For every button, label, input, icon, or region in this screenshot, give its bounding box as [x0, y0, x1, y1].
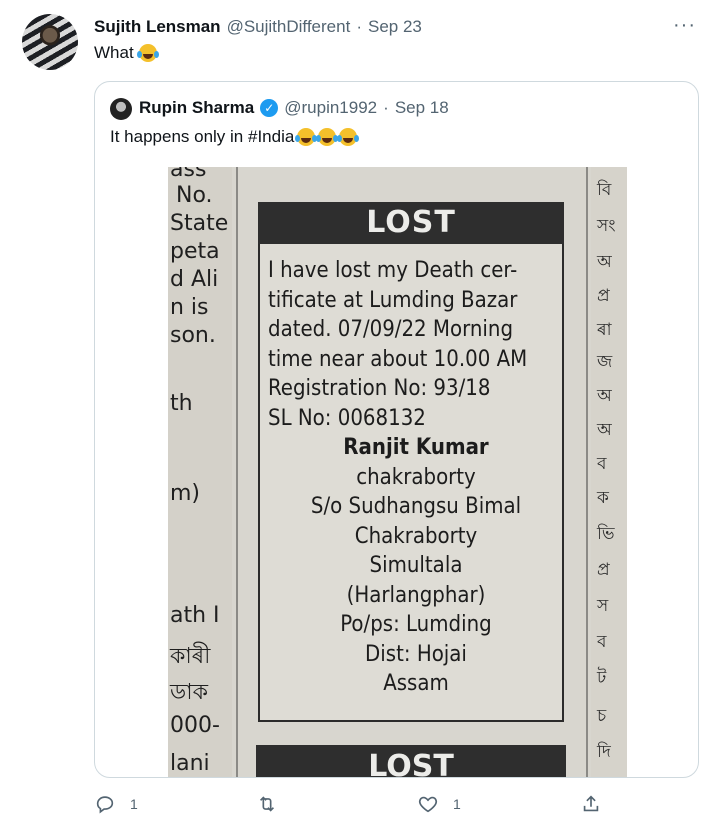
ad-name-line: Simultala — [369, 553, 463, 578]
ad-line: tificate at Lumding Bazar — [268, 287, 518, 313]
right-column-text: অ — [597, 386, 612, 406]
ad-name-line: Po/ps: Lumding — [340, 612, 492, 637]
column-rule — [586, 167, 588, 777]
newspaper-clipping-image[interactable]: ass No. State peta d Ali n is son. th m)… — [168, 167, 627, 777]
ad-name-line: chakraborty — [356, 464, 476, 490]
laughing-crying-emoji-icon — [337, 128, 358, 146]
share-icon — [583, 795, 599, 812]
ad-line: I have lost my Death cer- — [268, 258, 518, 283]
quoted-tweet-header: Rupin Sharma ✓ @rupin1992 · Sep 18 — [139, 98, 449, 118]
ad-name-line: S/o Sudhangsu Bimal — [310, 494, 522, 519]
laughing-crying-emoji-icon — [136, 44, 157, 62]
right-column-text: ক — [597, 488, 609, 508]
left-column-text: m) — [170, 481, 201, 506]
ad-line: time near about 10.00 AM — [268, 346, 528, 372]
right-column-text: ব — [597, 632, 607, 652]
right-column-text: অ — [597, 420, 612, 440]
column-rule — [236, 167, 238, 777]
left-column-text: th — [170, 391, 193, 416]
tweet-text: What — [94, 43, 157, 63]
retweet-button[interactable] — [256, 793, 292, 815]
right-column-text: ৰা — [597, 320, 612, 340]
quoted-tweet-text-content: It happens only in #India — [110, 127, 295, 146]
quoted-author-handle[interactable]: @rupin1992 — [284, 98, 377, 118]
author-name[interactable]: Sujith Lensman — [94, 17, 221, 37]
left-column-text: lani — [170, 751, 210, 776]
quoted-tweet-date[interactable]: Sep 18 — [395, 98, 449, 118]
share-button[interactable] — [580, 793, 602, 815]
ad-title: LOST — [258, 202, 564, 244]
ad-body: I have lost my Death cer- tificate at Lu… — [268, 256, 560, 699]
ad-name-line: Assam — [383, 671, 449, 696]
right-column-text: দি — [597, 742, 611, 762]
left-column-text: ass — [170, 167, 207, 182]
lost-advertisement: LOST I have lost my Death cer- tificate … — [258, 202, 564, 722]
more-options-icon[interactable]: ··· — [673, 14, 696, 37]
ad-name-line: Ranjit Kumar — [343, 435, 489, 460]
right-column-text: জ — [597, 352, 613, 372]
left-column-text: State — [170, 211, 229, 236]
tweet[interactable]: Sujith Lensman @SujithDifferent · Sep 23… — [0, 0, 720, 820]
left-column-text: ডাক — [170, 680, 208, 705]
laughing-crying-emoji-icon — [316, 128, 337, 146]
right-column-text: সং — [597, 216, 616, 236]
ad-name-line: Chakraborty — [354, 523, 478, 549]
reply-count: 1 — [130, 796, 138, 812]
left-column: ass No. State peta d Ali n is son. th m)… — [168, 167, 232, 777]
quoted-tweet[interactable]: Rupin Sharma ✓ @rupin1992 · Sep 18 It ha… — [94, 81, 699, 778]
right-column-text: বি — [597, 180, 612, 200]
quoted-author-avatar[interactable] — [110, 98, 132, 120]
reply-button[interactable]: 1 — [94, 793, 138, 815]
separator: · — [356, 17, 362, 36]
like-count: 1 — [453, 796, 461, 812]
laughing-crying-emoji-icon — [295, 128, 316, 146]
author-handle[interactable]: @SujithDifferent — [227, 17, 351, 37]
left-column-text: n is — [170, 295, 209, 320]
right-column-text: ভি — [597, 524, 615, 544]
quoted-tweet-text: It happens only in #India — [110, 127, 358, 147]
right-column-text: চ — [597, 706, 607, 726]
tweet-actions: 1 1 — [94, 793, 614, 817]
like-button[interactable]: 1 — [417, 793, 461, 815]
tweet-date[interactable]: Sep 23 — [368, 17, 422, 37]
right-column-text: অ — [597, 252, 612, 272]
ad-line: SL No: 0068132 — [268, 405, 426, 431]
ad-line: Registration No: 93/18 — [268, 376, 491, 401]
ad-line: dated. 07/09/22 Morning — [268, 317, 514, 342]
right-column-text: প্র — [597, 560, 610, 580]
reply-icon — [96, 796, 114, 814]
left-column-text: 000- — [170, 713, 220, 738]
heart-icon — [418, 796, 438, 813]
separator: · — [383, 98, 389, 117]
retweet-icon — [259, 796, 275, 812]
left-column-text: কাৰী — [170, 644, 211, 669]
left-column-text: ath I — [170, 603, 220, 628]
ad-name-line: Dist: Hojai — [365, 641, 467, 667]
right-column: বি সং অ প্র ৰা জ অ অ ব ক ভি প্র স ব ট চ … — [591, 167, 627, 777]
quoted-author-name[interactable]: Rupin Sharma — [139, 98, 254, 118]
left-column-text: peta — [170, 239, 220, 264]
left-column-text: No. — [176, 183, 213, 208]
right-column-text: প্র — [597, 286, 610, 306]
tweet-header: Sujith Lensman @SujithDifferent · Sep 23 — [94, 17, 422, 37]
left-column-text: son. — [170, 323, 216, 348]
left-column-text: d Ali — [170, 267, 219, 292]
ad-name-line: (Harlangphar) — [346, 582, 486, 608]
right-column-text: স — [597, 596, 609, 616]
right-column-text: ব — [597, 454, 607, 474]
right-column-text: ট — [597, 668, 607, 688]
verified-badge-icon: ✓ — [260, 99, 279, 117]
tweet-text-content: What — [94, 43, 134, 62]
author-avatar[interactable] — [22, 14, 78, 70]
second-ad-title: LOST — [256, 745, 566, 777]
